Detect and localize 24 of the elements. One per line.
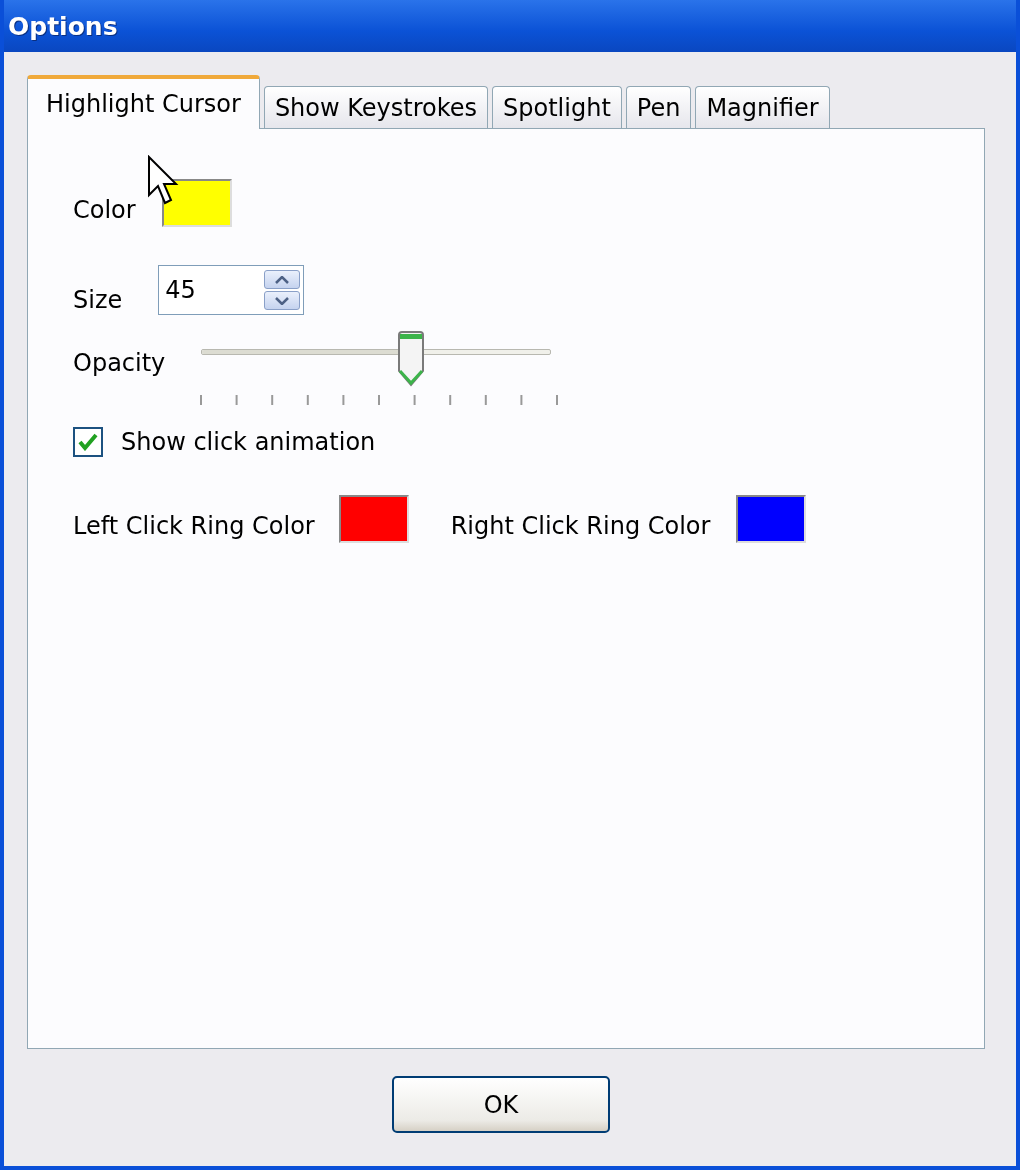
size-spinner[interactable]: 45 (158, 265, 305, 315)
color-label: Color (73, 196, 136, 224)
left-ring-label: Left Click Ring Color (73, 512, 315, 540)
opacity-label: Opacity (73, 349, 166, 377)
left-ring-swatch[interactable] (338, 495, 409, 543)
tab[interactable]: Highlight Cursor (27, 75, 260, 129)
right-ring-label: Right Click Ring Color (450, 512, 711, 540)
checkmark-icon (78, 433, 98, 451)
size-label: Size (73, 286, 123, 314)
tab[interactable]: Spotlight (492, 86, 622, 128)
checkbox-label: Show click animation (121, 428, 376, 456)
checkbox[interactable] (73, 427, 103, 457)
tab[interactable]: Magnifier (695, 86, 830, 128)
ok-button[interactable]: OK (392, 1076, 610, 1133)
slider-thumb[interactable] (397, 331, 426, 387)
size-value: 45 (165, 276, 196, 304)
spin-up-button[interactable] (264, 270, 301, 289)
tab[interactable]: Pen (625, 86, 692, 128)
tab[interactable]: Show Keystrokes (263, 86, 489, 128)
window-title: Options (8, 11, 118, 41)
color-swatch[interactable] (161, 179, 232, 227)
cursor-icon (147, 155, 179, 207)
spin-down-button[interactable] (264, 291, 301, 310)
right-ring-swatch[interactable] (736, 495, 807, 543)
